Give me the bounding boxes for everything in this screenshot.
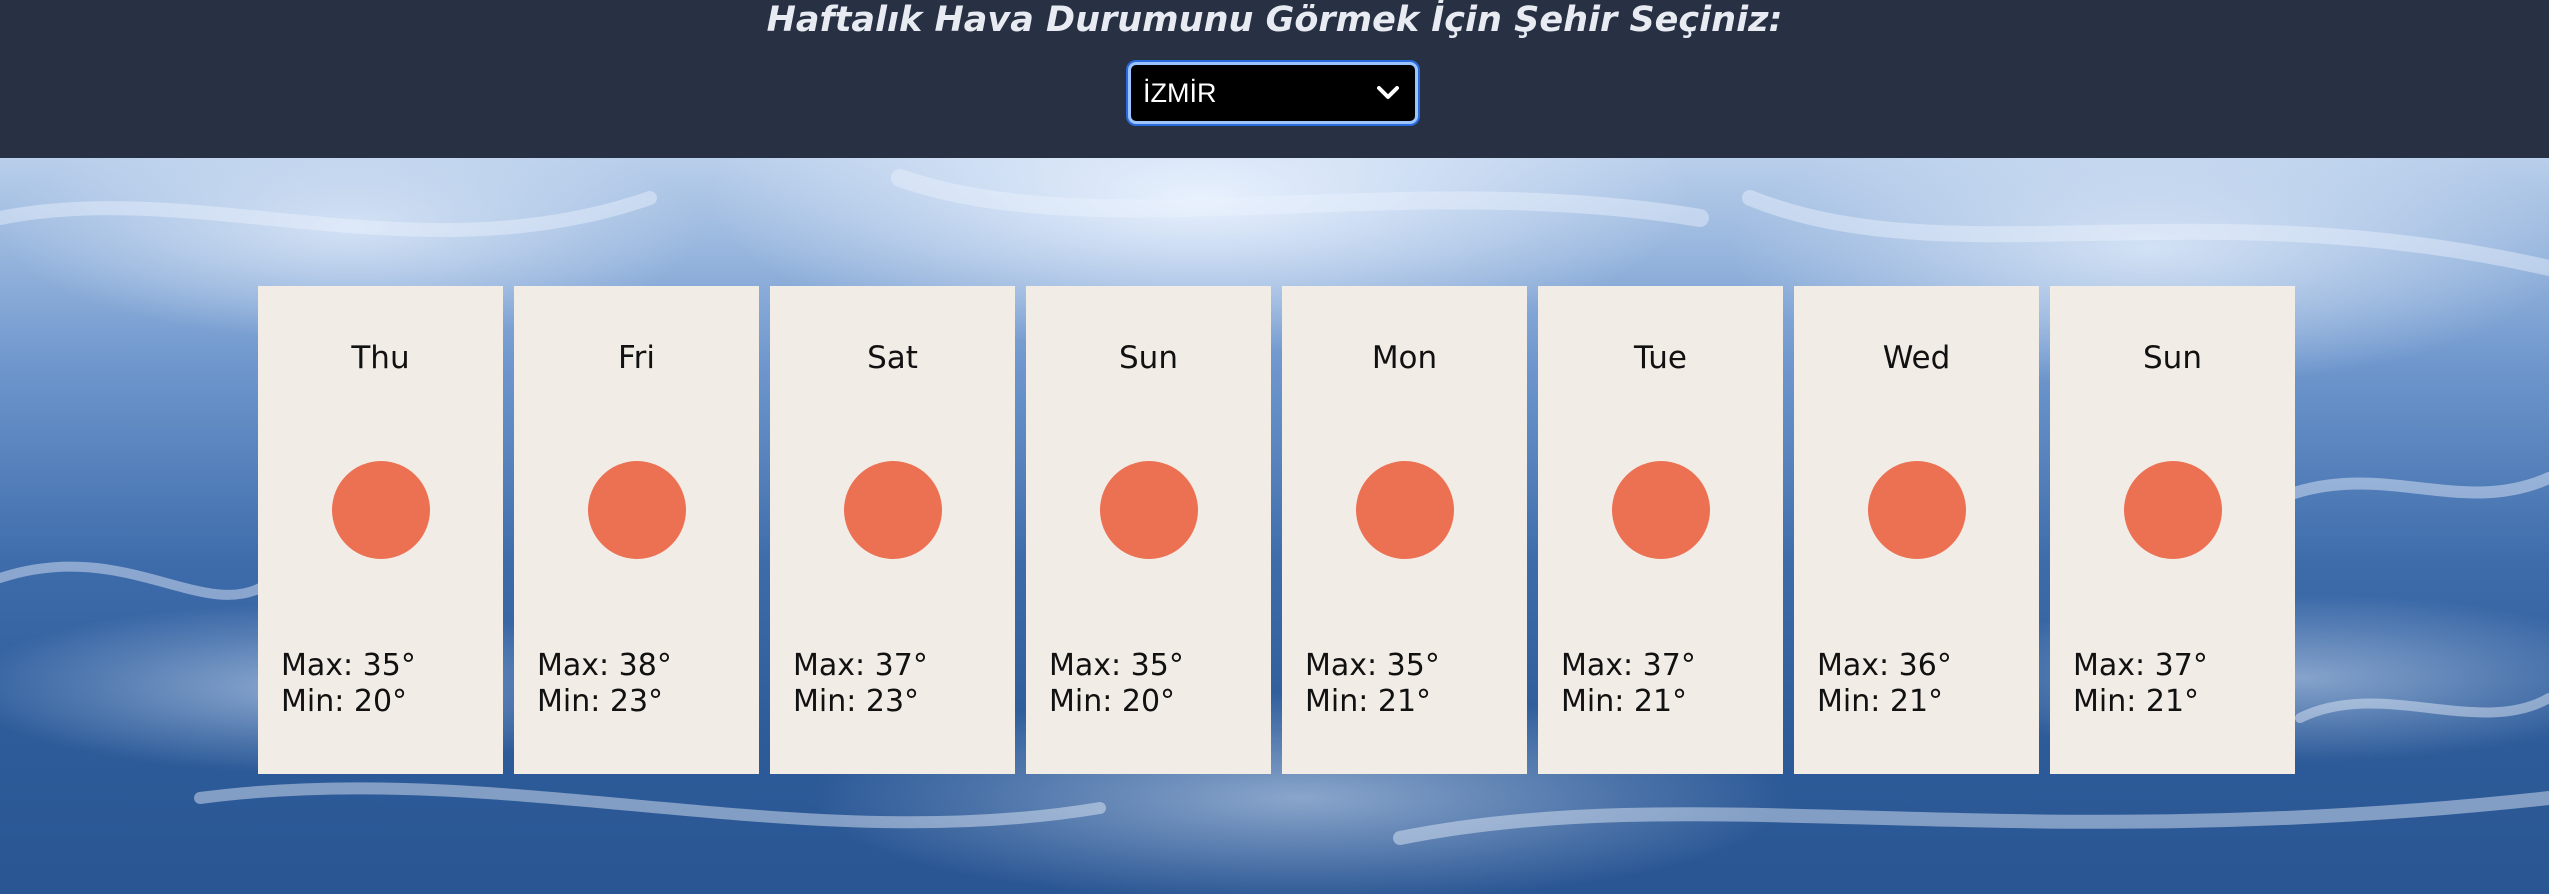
- card-day: Wed: [1882, 340, 1951, 376]
- card-max-temp: Max: 38°: [537, 648, 672, 683]
- sun-icon: [332, 461, 430, 559]
- card-max-temp: Max: 37°: [793, 648, 928, 683]
- card-min-temp: Min: 20°: [1049, 684, 1176, 719]
- card-day: Thu: [351, 340, 410, 376]
- card-day: Fri: [618, 340, 655, 376]
- card-day: Sun: [2143, 340, 2202, 376]
- forecast-card: Sat Max: 37° Min: 23°: [770, 286, 1015, 774]
- sun-icon: [1356, 461, 1454, 559]
- chevron-down-icon: [1373, 78, 1403, 108]
- card-max-temp: Max: 35°: [1305, 648, 1440, 683]
- card-day: Mon: [1371, 340, 1438, 376]
- sun-icon: [1612, 461, 1710, 559]
- forecast-card: Sun Max: 37° Min: 21°: [2050, 286, 2295, 774]
- card-day: Sat: [867, 340, 918, 376]
- card-min-temp: Min: 23°: [537, 684, 664, 719]
- card-max-temp: Max: 37°: [2073, 648, 2208, 683]
- card-day: Tue: [1634, 340, 1687, 376]
- sun-icon: [588, 461, 686, 559]
- page-title: Haftalık Hava Durumunu Görmek İçin Şehir…: [766, 0, 1783, 40]
- card-day: Sun: [1119, 340, 1178, 376]
- city-select-value: İZMİR: [1143, 77, 1217, 108]
- forecast-card: Mon Max: 35° Min: 21°: [1282, 286, 1527, 774]
- card-min-temp: Min: 20°: [281, 684, 408, 719]
- card-min-temp: Min: 21°: [1817, 684, 1944, 719]
- card-min-temp: Min: 21°: [1561, 684, 1688, 719]
- card-max-temp: Max: 35°: [1049, 648, 1184, 683]
- sun-icon: [1100, 461, 1198, 559]
- card-min-temp: Min: 21°: [2073, 684, 2200, 719]
- card-min-temp: Min: 21°: [1305, 684, 1432, 719]
- forecast-card: Fri Max: 38° Min: 23°: [514, 286, 759, 774]
- card-max-temp: Max: 35°: [281, 648, 416, 683]
- forecast-card: Tue Max: 37° Min: 21°: [1538, 286, 1783, 774]
- card-max-temp: Max: 37°: [1561, 648, 1696, 683]
- forecast-card: Thu Max: 35° Min: 20°: [258, 286, 503, 774]
- forecast-card: Sun Max: 35° Min: 20°: [1026, 286, 1271, 774]
- sun-icon: [1868, 461, 1966, 559]
- card-min-temp: Min: 23°: [793, 684, 920, 719]
- city-select[interactable]: İZMİR: [1128, 62, 1418, 124]
- sun-icon: [844, 461, 942, 559]
- sun-icon: [2124, 461, 2222, 559]
- header-bar: Haftalık Hava Durumunu Görmek İçin Şehir…: [0, 0, 2549, 158]
- card-max-temp: Max: 36°: [1817, 648, 1952, 683]
- forecast-card: Wed Max: 36° Min: 21°: [1794, 286, 2039, 774]
